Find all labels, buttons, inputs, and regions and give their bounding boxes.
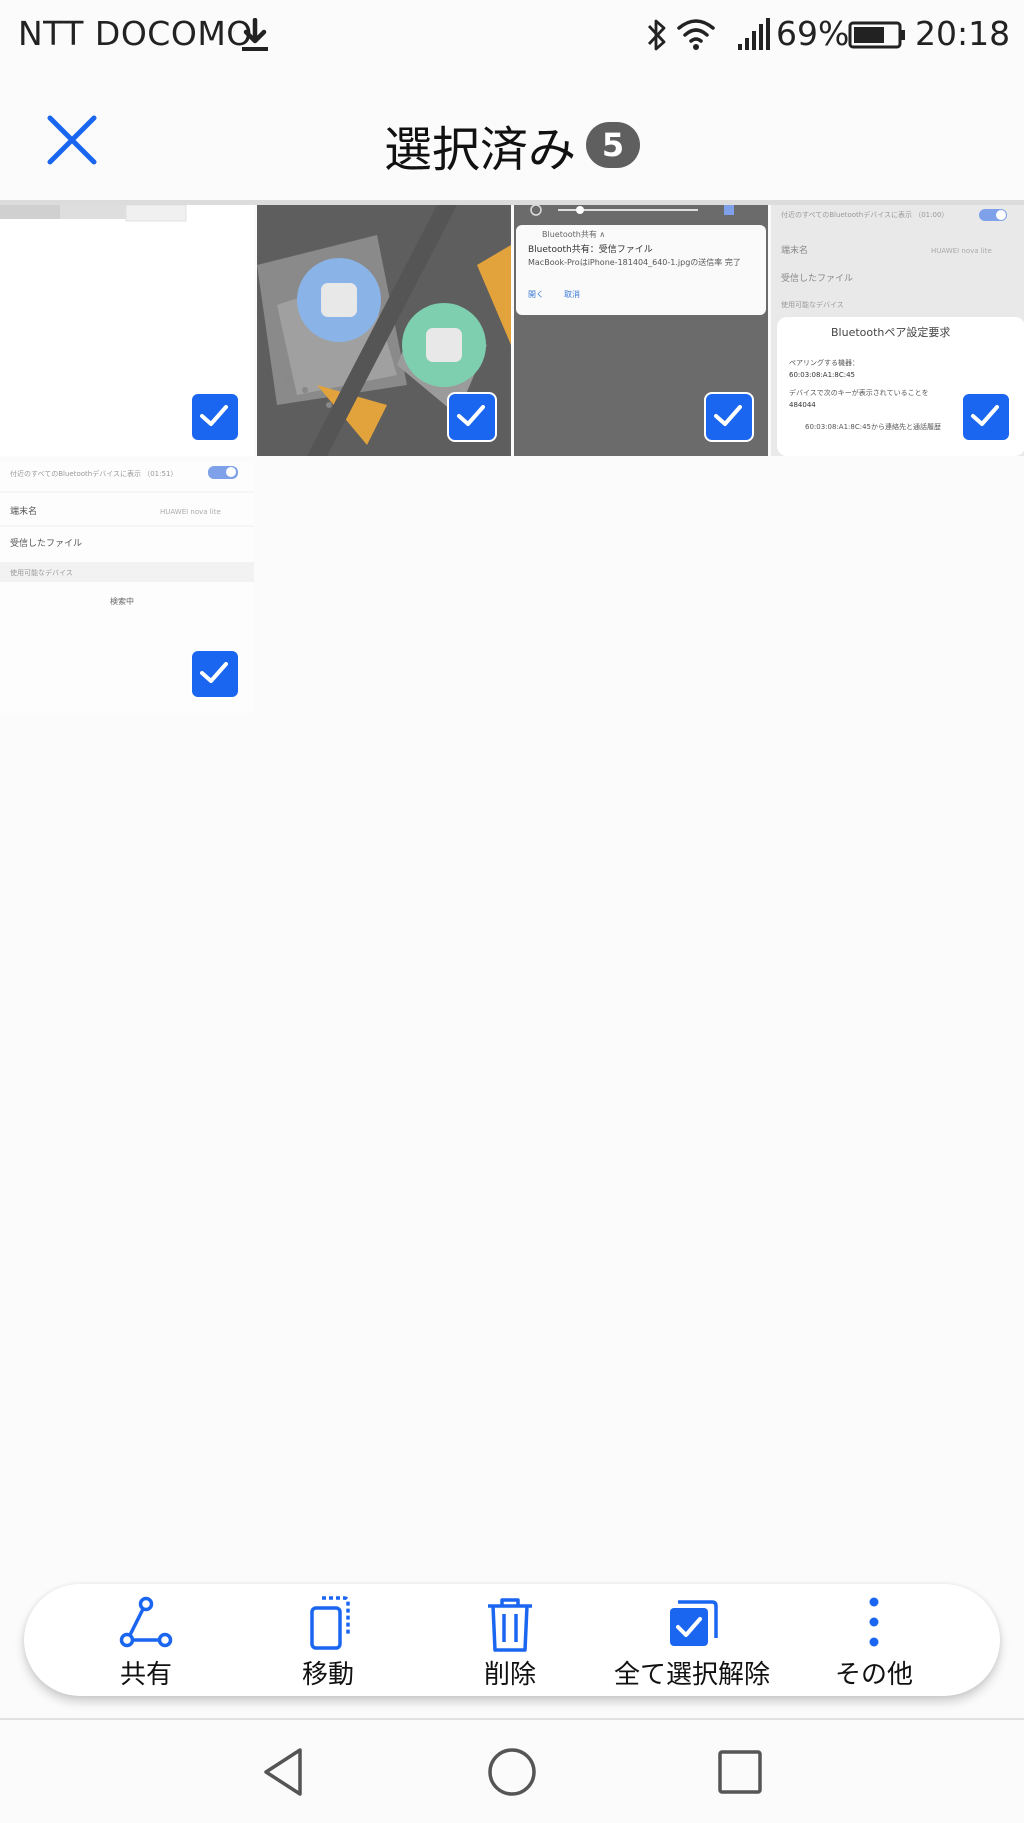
share-button[interactable]: 共有 bbox=[61, 1590, 231, 1690]
battery-icon bbox=[848, 21, 905, 49]
notification-title: Bluetooth共有：受信ファイル bbox=[528, 243, 653, 255]
device-name-value: HUAWEI nova lite bbox=[931, 247, 992, 255]
selected-checkbox[interactable] bbox=[447, 392, 497, 442]
selected-checkbox[interactable] bbox=[961, 392, 1011, 442]
notification-action-cancel: 取消 bbox=[564, 289, 580, 299]
more-label: その他 bbox=[834, 1660, 913, 1690]
searching-text: 検索中 bbox=[110, 596, 134, 606]
title-area: 選択済み 5 bbox=[0, 110, 1024, 180]
home-icon[interactable] bbox=[482, 1742, 542, 1802]
share-label: 共有 bbox=[119, 1660, 172, 1690]
selected-checkbox[interactable] bbox=[704, 392, 754, 442]
selected-checkbox[interactable] bbox=[190, 649, 240, 699]
received-files-label: 受信したファイル bbox=[781, 272, 853, 284]
action-bar: 共有 移動 削除 全て選択解除 その他 bbox=[24, 1584, 1000, 1696]
deselect-all-label: 全て選択解除 bbox=[613, 1660, 770, 1690]
pairing-key-value: 484044 bbox=[789, 401, 816, 409]
delete-button[interactable]: 削除 bbox=[425, 1590, 595, 1690]
carrier-name: NTT DOCOMO bbox=[18, 14, 253, 53]
checkmark-icon bbox=[714, 405, 742, 426]
move-button[interactable]: 移動 bbox=[243, 1590, 413, 1690]
wifi-icon bbox=[677, 19, 715, 50]
pairing-dialog-title: Bluetoothペア設定要求 bbox=[831, 325, 950, 339]
trash-icon bbox=[488, 1598, 532, 1652]
device-name-label: 端末名 bbox=[10, 505, 37, 517]
pairing-device-address: 60:03:08:A1:8C:45 bbox=[789, 371, 855, 379]
navigation-bar bbox=[0, 1720, 1024, 1823]
image-thumbnail[interactable] bbox=[0, 205, 254, 456]
selected-checkbox[interactable] bbox=[190, 392, 240, 442]
move-icon bbox=[310, 1596, 350, 1650]
pairing-contacts-text: 60:03:08:A1:8C:45から連絡先と通話履歴 bbox=[805, 422, 941, 431]
move-label: 移動 bbox=[301, 1660, 354, 1690]
device-name-value: HUAWEI nova lite bbox=[160, 508, 221, 516]
pairing-device-label: ペアリングする機器： bbox=[789, 358, 859, 367]
image-thumbnail[interactable]: Bluetooth共有 ∧ Bluetooth共有：受信ファイル MacBook… bbox=[514, 205, 768, 456]
signal-icon bbox=[738, 18, 770, 50]
share-icon bbox=[119, 1596, 173, 1648]
deselect-all-button[interactable]: 全て選択解除 bbox=[607, 1590, 777, 1690]
image-thumbnail[interactable]: 付近のすべてのBluetoothデバイスに表示 （01:51） 端末名 HUAW… bbox=[0, 462, 254, 713]
notification-header: Bluetooth共有 ∧ bbox=[542, 229, 605, 239]
checkmark-icon bbox=[200, 405, 228, 426]
notification-action-open: 開く bbox=[528, 290, 544, 299]
battery-percent: 69% bbox=[776, 14, 850, 53]
bluetooth-icon bbox=[647, 19, 666, 51]
visibility-text: 付近のすべてのBluetoothデバイスに表示 （01:51） bbox=[10, 469, 177, 478]
image-thumbnail[interactable]: 付近のすべてのBluetoothデバイスに表示 （01:00） 端末名 HUAW… bbox=[771, 205, 1024, 456]
more-vertical-icon bbox=[869, 1597, 879, 1647]
visibility-text: 付近のすべてのBluetoothデバイスに表示 （01:00） bbox=[781, 210, 948, 219]
status-bar: NTT DOCOMO 69% 20:18 bbox=[0, 0, 1024, 72]
deselect-all-icon bbox=[670, 1600, 718, 1646]
back-icon[interactable] bbox=[254, 1742, 314, 1802]
available-devices-label: 使用可能なデバイス bbox=[781, 300, 844, 309]
received-files-label: 受信したファイル bbox=[10, 537, 82, 549]
delete-label: 削除 bbox=[483, 1660, 536, 1690]
page-title: 選択済み bbox=[383, 122, 576, 178]
checkmark-icon bbox=[971, 405, 999, 426]
device-name-label: 端末名 bbox=[781, 244, 808, 256]
notification-body: MacBook-ProはiPhone-181404_640-1.jpgの送信率 … bbox=[528, 257, 741, 267]
selection-header: 選択済み 5 bbox=[0, 72, 1024, 200]
available-devices-label: 使用可能なデバイス bbox=[10, 568, 73, 577]
checkmark-icon bbox=[200, 662, 228, 683]
selected-count-badge: 5 bbox=[586, 122, 640, 168]
image-thumbnail[interactable] bbox=[257, 205, 511, 456]
download-icon bbox=[242, 18, 268, 51]
more-button[interactable]: その他 bbox=[789, 1590, 959, 1690]
recents-icon[interactable] bbox=[710, 1742, 770, 1802]
checkmark-icon bbox=[457, 405, 485, 426]
clock: 20:18 bbox=[915, 14, 1011, 53]
pairing-key-text: デバイスで次のキーが表示されていることを bbox=[789, 388, 929, 397]
